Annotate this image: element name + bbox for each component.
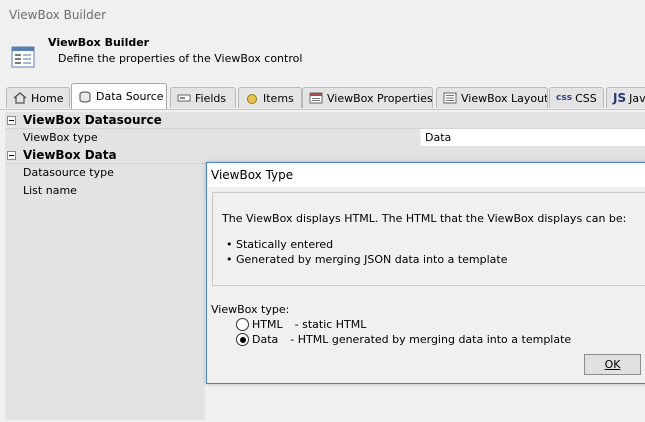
tab-css-label: CSS [575, 91, 597, 105]
js-icon: JS [613, 91, 627, 105]
tab-viewbox-properties[interactable]: ViewBox Properties [302, 87, 433, 108]
tab-javascript-label: Jav [629, 91, 645, 105]
items-icon [247, 94, 257, 104]
category-label: ViewBox Datasource [23, 113, 162, 127]
radio-button-icon[interactable] [236, 318, 249, 331]
tab-items[interactable]: Items [238, 87, 302, 108]
layout-icon [443, 92, 457, 104]
tab-data-source[interactable]: Data Source [71, 83, 167, 109]
radio-html-label: HTML [252, 318, 283, 331]
tab-viewbox-properties-label: ViewBox Properties [327, 91, 433, 105]
fields-icon [177, 94, 191, 102]
header-panel: ViewBox Builder Define the properties of… [0, 28, 645, 83]
radio-html-description: - static HTML [294, 318, 367, 331]
css-icon: css [556, 93, 573, 103]
dialog-intro-text: The ViewBox displays HTML. The HTML that… [222, 212, 627, 225]
ok-button[interactable]: OK [584, 354, 641, 375]
tab-javascript[interactable]: JS Jav [606, 87, 645, 108]
radio-data[interactable]: Data - HTML generated by merging data in… [236, 333, 571, 346]
viewbox-type-dialog: ViewBox Type The ViewBox displays HTML. … [206, 162, 645, 384]
bullet-item: Generated by merging JSON data into a te… [226, 253, 507, 266]
bullet-item: Statically entered [226, 238, 333, 251]
home-icon [13, 92, 27, 104]
radio-html[interactable]: HTML - static HTML [236, 318, 366, 331]
radio-data-label: Data [252, 333, 279, 346]
collapse-icon[interactable] [7, 116, 16, 125]
properties-icon [309, 92, 323, 104]
dialog-titlebar[interactable]: ViewBox Type [207, 163, 645, 187]
tab-home[interactable]: Home [6, 87, 70, 108]
radio-data-description: - HTML generated by merging data into a … [290, 333, 572, 346]
grid-empty-area [5, 197, 205, 420]
category-viewbox-datasource[interactable]: ViewBox Datasource [5, 112, 645, 129]
tab-strip: Home Data Source Fields Items ViewBox Pr… [0, 83, 645, 110]
tab-viewbox-layout-label: ViewBox Layout [461, 91, 548, 105]
property-row-viewbox-type[interactable]: ViewBox type Data [5, 129, 645, 147]
viewbox-type-label: ViewBox type: [211, 303, 290, 316]
tab-css[interactable]: css CSS [549, 87, 604, 108]
window-titlebar: ViewBox Builder [0, 0, 645, 28]
tab-home-label: Home [31, 91, 64, 105]
tab-viewbox-layout[interactable]: ViewBox Layout [436, 87, 548, 108]
header-title: ViewBox Builder [48, 36, 150, 49]
dialog-info-box: The ViewBox displays HTML. The HTML that… [212, 192, 645, 286]
property-name: ViewBox type [5, 129, 420, 146]
property-value[interactable]: Data [421, 129, 645, 146]
tab-data-source-label: Data Source [96, 90, 164, 103]
dialog-title: ViewBox Type [211, 168, 294, 182]
header-subtitle: Define the properties of the ViewBox con… [58, 52, 303, 65]
form-builder-icon [11, 46, 35, 68]
collapse-icon[interactable] [7, 151, 16, 160]
database-icon [79, 91, 91, 102]
tab-fields-label: Fields [195, 91, 227, 105]
window-title: ViewBox Builder [9, 8, 107, 22]
radio-button-selected-icon[interactable] [236, 333, 249, 346]
category-label: ViewBox Data [23, 148, 117, 162]
tab-fields[interactable]: Fields [170, 87, 236, 108]
tab-items-label: Items [263, 91, 294, 105]
